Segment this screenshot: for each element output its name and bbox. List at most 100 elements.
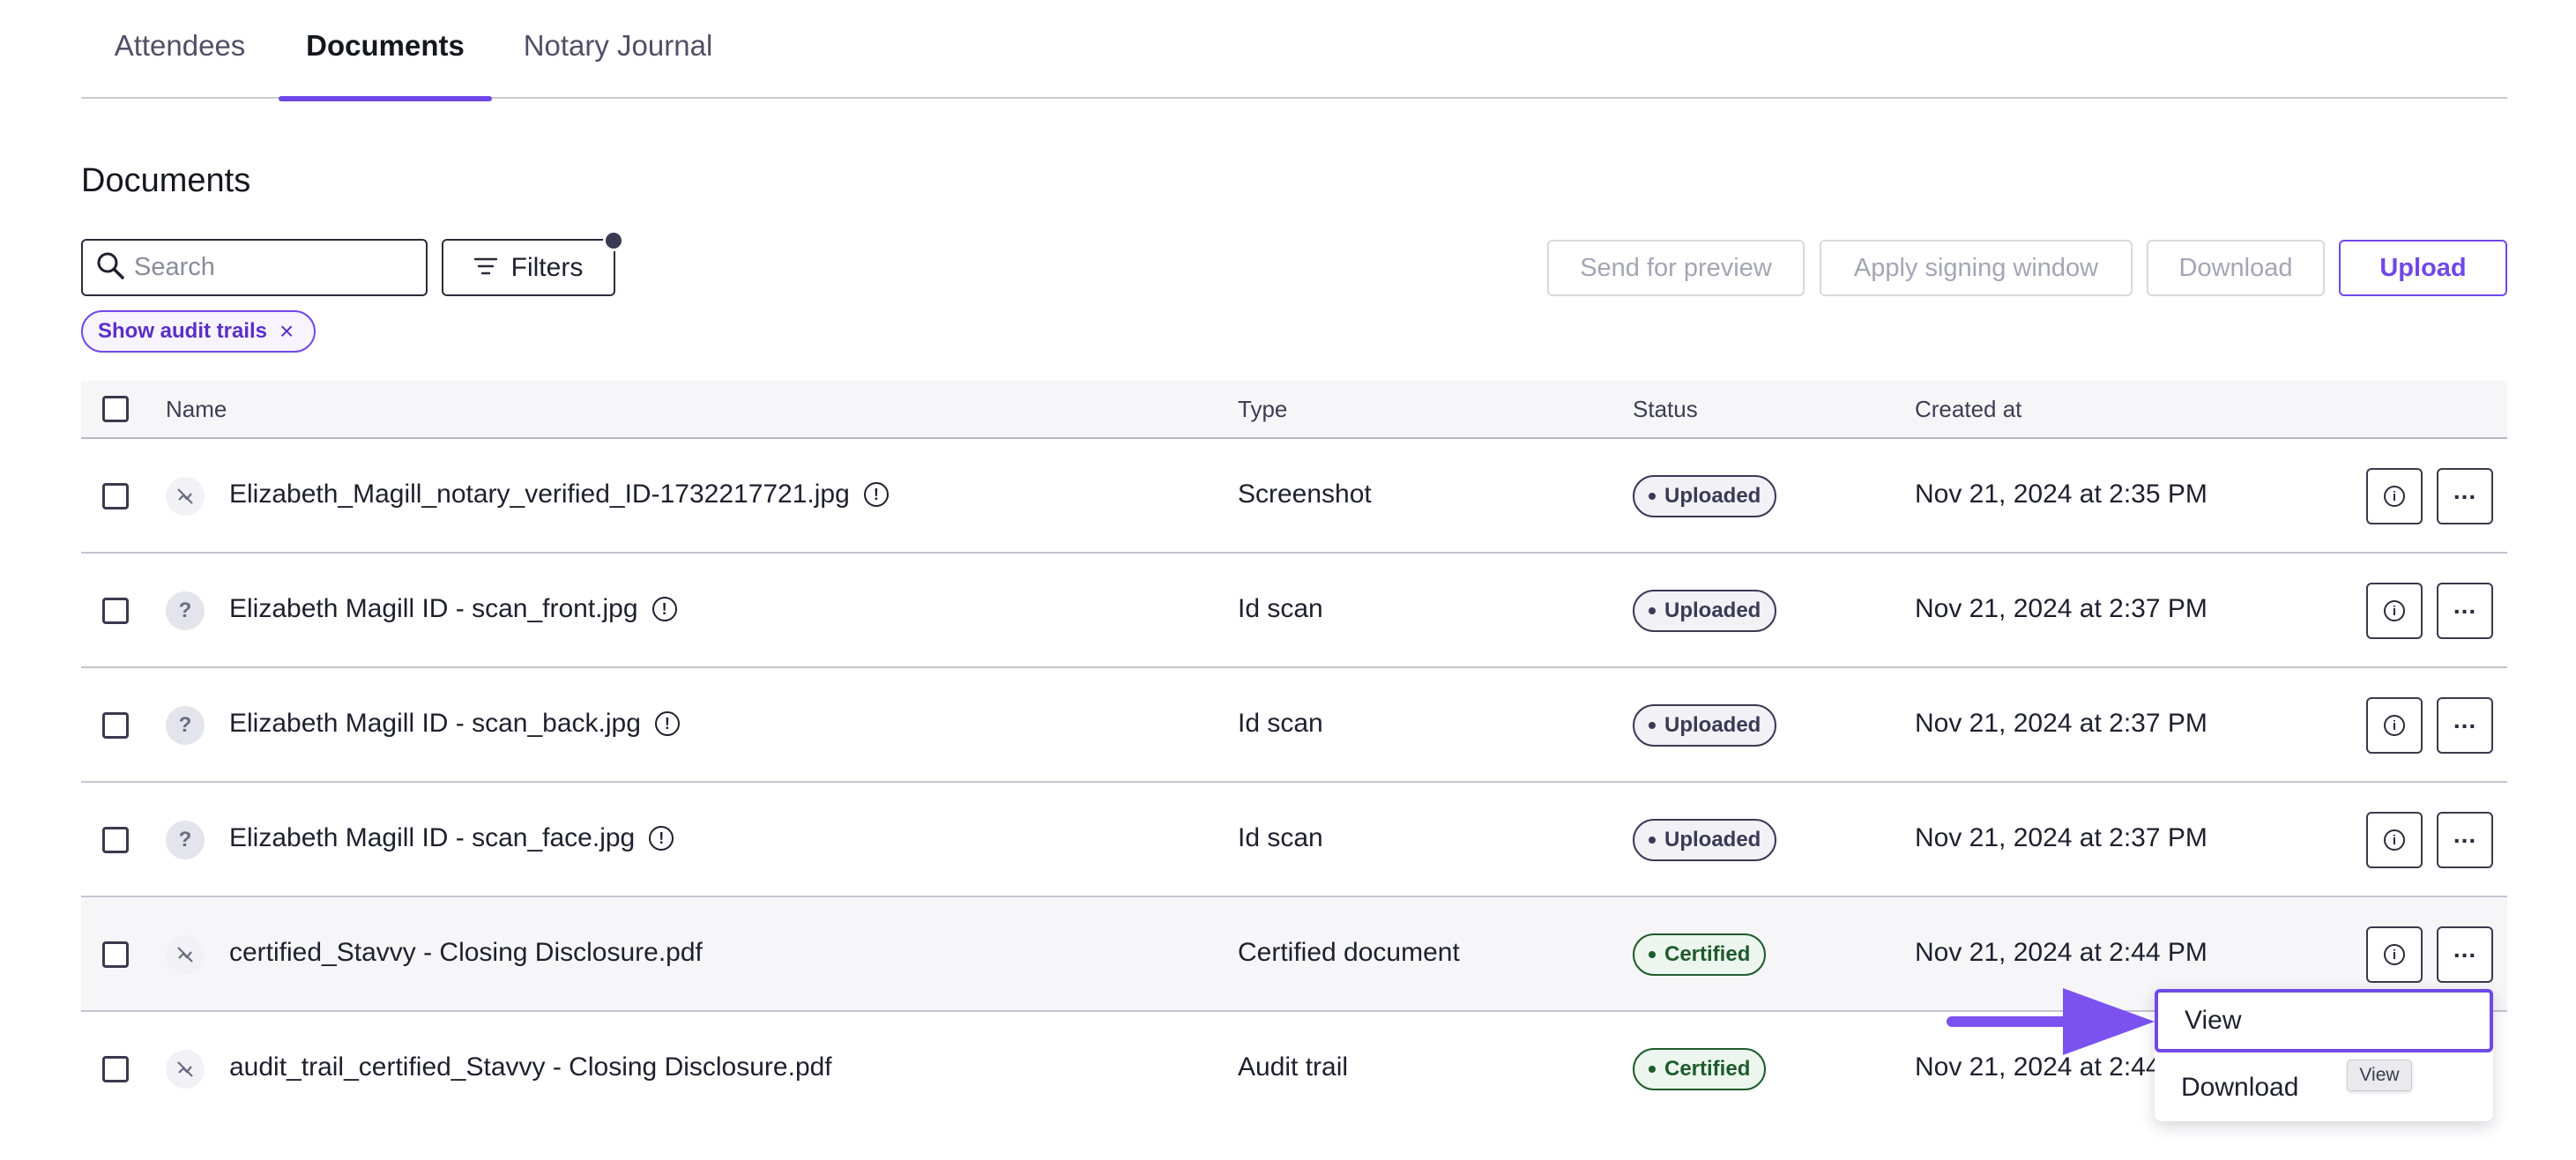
filters-label: Filters xyxy=(510,252,584,282)
status-dot xyxy=(1649,722,1656,729)
info-icon: i xyxy=(2384,486,2405,507)
header-created-at: Created at xyxy=(1915,395,2022,422)
warning-info-icon[interactable]: ! xyxy=(651,597,677,621)
created-at: Nov 21, 2024 at 2:37 PM xyxy=(1915,823,2207,852)
status-text: Uploaded xyxy=(1664,828,1761,851)
header-name: Name xyxy=(166,395,227,422)
table-row[interactable]: ? Elizabeth Magill ID - scan_front.jpg !… xyxy=(81,554,2507,668)
filters-button[interactable]: Filters xyxy=(442,239,615,296)
status-badge: Uploaded xyxy=(1633,819,1777,861)
question-icon: ? xyxy=(166,591,205,630)
question-icon: ? xyxy=(166,706,205,745)
row-more-button[interactable]: ... xyxy=(2437,583,2493,639)
question-icon: ? xyxy=(166,821,205,859)
warning-info-icon[interactable]: ! xyxy=(654,711,680,736)
file-name[interactable]: audit_trail_certified_Stavvy - Closing D… xyxy=(229,1052,832,1082)
status-text: Uploaded xyxy=(1664,484,1761,508)
no-preview-icon xyxy=(166,935,205,974)
file-name[interactable]: Elizabeth Magill ID - scan_back.jpg ! xyxy=(229,709,680,739)
file-name-text: Elizabeth Magill ID - scan_back.jpg xyxy=(229,709,641,738)
table-row[interactable]: Elizabeth_Magill_notary_verified_ID-1732… xyxy=(81,439,2507,554)
status-dot xyxy=(1649,607,1656,614)
page-title: Documents xyxy=(81,162,251,199)
status-dot xyxy=(1649,951,1656,958)
file-name-text: Elizabeth Magill ID - scan_front.jpg xyxy=(229,594,638,623)
more-icon: ... xyxy=(2453,821,2477,848)
more-icon: ... xyxy=(2453,591,2477,619)
chip-close-icon[interactable]: × xyxy=(279,317,294,346)
row-more-button[interactable]: ... xyxy=(2437,812,2493,868)
row-more-button[interactable]: ... xyxy=(2437,697,2493,754)
file-name[interactable]: certified_Stavvy - Closing Disclosure.pd… xyxy=(229,938,703,968)
file-type: Certified document xyxy=(1238,938,1460,967)
row-more-button[interactable]: ... xyxy=(2437,926,2493,983)
row-info-button[interactable]: i xyxy=(2366,926,2423,983)
table-row[interactable]: ? Elizabeth Magill ID - scan_face.jpg ! … xyxy=(81,783,2507,897)
row-actions-menu: View Download xyxy=(2155,989,2493,1121)
menu-item-download[interactable]: Download xyxy=(2155,1056,2493,1119)
tab-attendees[interactable]: Attendees xyxy=(109,0,250,99)
status-badge: Certified xyxy=(1633,933,1767,976)
status-badge: Uploaded xyxy=(1633,590,1777,632)
table-header: Name Type Status Created at xyxy=(81,381,2507,439)
file-name-text: Elizabeth_Magill_notary_verified_ID-1732… xyxy=(229,480,850,509)
filters-active-dot xyxy=(603,230,624,251)
status-badge: Uploaded xyxy=(1633,475,1777,517)
apply-signing-window-button[interactable]: Apply signing window xyxy=(1820,240,2133,296)
file-name-text: audit_trail_certified_Stavvy - Closing D… xyxy=(229,1052,832,1082)
file-type: Id scan xyxy=(1238,594,1323,623)
no-preview-icon xyxy=(166,1050,205,1089)
search-icon xyxy=(95,250,125,285)
file-type: Id scan xyxy=(1238,709,1323,738)
pointer-arrow-icon xyxy=(1947,988,2155,1055)
file-name[interactable]: Elizabeth Magill ID - scan_face.jpg ! xyxy=(229,823,674,853)
send-for-preview-button[interactable]: Send for preview xyxy=(1547,240,1805,296)
upload-button[interactable]: Upload xyxy=(2339,240,2507,296)
warning-info-icon[interactable]: ! xyxy=(649,826,674,851)
tooltip: View xyxy=(2347,1060,2412,1091)
no-preview-icon xyxy=(166,477,205,516)
row-info-button[interactable]: i xyxy=(2366,583,2423,639)
info-icon: i xyxy=(2384,715,2405,736)
file-type: Audit trail xyxy=(1238,1052,1349,1082)
more-icon: ... xyxy=(2453,706,2477,733)
more-icon: ... xyxy=(2453,935,2477,963)
row-info-button[interactable]: i xyxy=(2366,697,2423,754)
tab-documents[interactable]: Documents xyxy=(279,0,492,101)
file-name[interactable]: Elizabeth_Magill_notary_verified_ID-1732… xyxy=(229,480,889,509)
row-checkbox[interactable] xyxy=(102,1056,129,1082)
row-checkbox[interactable] xyxy=(102,598,129,624)
file-name-text: certified_Stavvy - Closing Disclosure.pd… xyxy=(229,938,703,967)
row-checkbox[interactable] xyxy=(102,483,129,509)
search-input[interactable] xyxy=(134,253,398,282)
download-button[interactable]: Download xyxy=(2147,240,2325,296)
row-info-button[interactable]: i xyxy=(2366,812,2423,868)
status-text: Certified xyxy=(1664,1057,1751,1081)
file-type: Id scan xyxy=(1238,823,1323,852)
created-at: Nov 21, 2024 at 2:37 PM xyxy=(1915,709,2207,738)
header-status: Status xyxy=(1633,395,1698,422)
status-badge: Certified xyxy=(1633,1048,1767,1090)
menu-item-view[interactable]: View xyxy=(2155,989,2493,1052)
row-checkbox[interactable] xyxy=(102,941,129,968)
file-name-text: Elizabeth Magill ID - scan_face.jpg xyxy=(229,823,636,852)
tab-notary-journal[interactable]: Notary Journal xyxy=(518,0,718,99)
created-at: Nov 21, 2024 at 2:44 PM xyxy=(1915,938,2207,967)
status-dot xyxy=(1649,1066,1656,1073)
warning-info-icon[interactable]: ! xyxy=(863,482,889,507)
row-info-button[interactable]: i xyxy=(2366,468,2423,524)
status-text: Certified xyxy=(1664,942,1751,966)
status-dot xyxy=(1649,837,1656,844)
select-all-checkbox[interactable] xyxy=(102,396,129,422)
created-at: Nov 21, 2024 at 2:44 xyxy=(1915,1052,2161,1082)
show-audit-trails-chip[interactable]: Show audit trails × xyxy=(81,310,316,353)
created-at: Nov 21, 2024 at 2:35 PM xyxy=(1915,480,2207,509)
row-more-button[interactable]: ... xyxy=(2437,468,2493,524)
file-name[interactable]: Elizabeth Magill ID - scan_front.jpg ! xyxy=(229,594,677,624)
header-type: Type xyxy=(1238,395,1288,422)
status-dot xyxy=(1649,493,1656,500)
row-checkbox[interactable] xyxy=(102,712,129,739)
search-box[interactable] xyxy=(81,239,428,296)
table-row[interactable]: ? Elizabeth Magill ID - scan_back.jpg ! … xyxy=(81,668,2507,783)
row-checkbox[interactable] xyxy=(102,827,129,853)
